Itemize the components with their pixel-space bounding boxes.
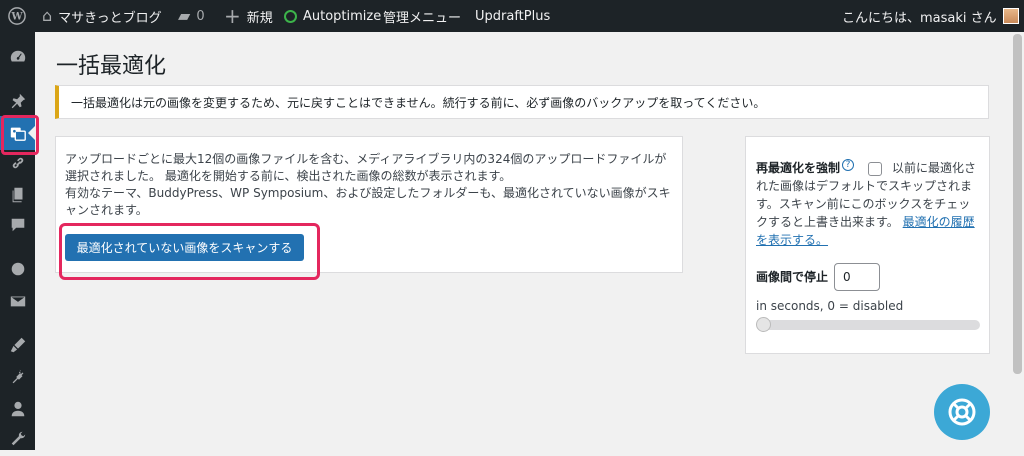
pause-unit: in seconds, 0 = disabled <box>756 299 904 313</box>
site-name-menu[interactable]: ⌂ マサきっとブログ <box>42 0 162 32</box>
new-label: 新規 <box>246 10 273 26</box>
slider-handle[interactable] <box>756 317 771 332</box>
scan-scope-note: 有効なテーマ、BuddyPress、WP Symposium、および設定したフォ… <box>65 186 671 217</box>
pause-slider[interactable] <box>756 317 980 332</box>
admin-menu-link[interactable]: 管理メニュー <box>383 0 461 32</box>
pause-row: 画像間で停止 0 in seconds, 0 = disabled <box>756 263 979 315</box>
wordpress-logo-icon[interactable]: W <box>8 0 26 32</box>
status-ok-icon <box>284 9 297 23</box>
active-indicator <box>28 126 35 140</box>
updraftplus-menu[interactable]: UpdraftPlus <box>475 0 550 32</box>
scan-description: アップロードごとに最大12個の画像ファイルを含む、メディアライブラリ内の324個… <box>65 152 667 183</box>
link-icon[interactable] <box>0 146 35 180</box>
comments-menu[interactable]: ▰ 0 <box>178 0 205 32</box>
comments-count: 0 <box>196 8 205 24</box>
site-name: マサきっとブログ <box>58 10 162 26</box>
home-icon: ⌂ <box>42 6 53 25</box>
updraftplus-label: UpdraftPlus <box>475 8 551 24</box>
help-beacon-button[interactable] <box>934 384 990 440</box>
force-reoptimize-checkbox[interactable] <box>868 161 883 176</box>
admin-bar: W ⌂ マサきっとブログ ▰ 0 + 新規 Autoptimize 管理メニュー… <box>0 0 1024 32</box>
force-reoptimize-row: 再最適化を強制? 以前に最適化された画像はデフォルトでスキップされます。スキャン前… <box>756 159 979 249</box>
tools-icon[interactable] <box>0 422 35 456</box>
greeting: こんにちは、masaki さん <box>842 10 997 26</box>
pause-label: 画像間で停止 <box>756 270 829 284</box>
pause-seconds-input[interactable]: 0 <box>834 263 881 291</box>
comments-icon[interactable] <box>0 208 35 242</box>
warning-notice: 一括最適化は元の画像を変更するため、元に戻すことはできません。続行する前に、必ず… <box>55 85 989 119</box>
plus-icon: + <box>224 4 241 28</box>
admin-menu-label: 管理メニュー <box>383 10 462 26</box>
options-panel: 再最適化を強制? 以前に最適化された画像はデフォルトでスキップされます。スキャン前… <box>745 136 990 354</box>
appearance-icon[interactable] <box>0 328 35 362</box>
new-content-menu[interactable]: + 新規 <box>224 0 273 32</box>
lifebuoy-icon <box>948 398 976 426</box>
vertical-scrollbar[interactable] <box>1010 32 1024 450</box>
account-menu[interactable]: こんにちは、masaki さん <box>842 0 1019 32</box>
pages-icon[interactable] <box>0 178 35 212</box>
comment-icon: ▰ <box>178 6 191 25</box>
force-reoptimize-label: 再最適化を強制 <box>756 161 841 175</box>
help-icon[interactable]: ? <box>842 159 855 171</box>
admin-sidebar <box>0 32 35 450</box>
circle-icon[interactable] <box>0 252 35 286</box>
scrollbar-thumb[interactable] <box>1013 34 1022 374</box>
plugins-icon[interactable] <box>0 360 35 394</box>
avatar <box>1002 8 1019 24</box>
pin-icon[interactable] <box>0 84 35 118</box>
autoptimize-label: Autoptimize <box>303 8 382 24</box>
mail-icon[interactable] <box>0 284 35 318</box>
ewww-image-icon[interactable] <box>0 116 35 150</box>
dashboard-icon[interactable] <box>0 40 35 74</box>
svg-text:W: W <box>10 12 23 23</box>
scan-unoptimized-button[interactable]: 最適化されていない画像をスキャンする <box>65 234 304 261</box>
page-title: 一括最適化 <box>56 54 167 79</box>
autoptimize-menu[interactable]: Autoptimize <box>284 0 381 32</box>
users-icon[interactable] <box>0 392 35 426</box>
notice-text: 一括最適化は元の画像を変更するため、元に戻すことはできません。続行する前に、必ず… <box>71 95 766 110</box>
